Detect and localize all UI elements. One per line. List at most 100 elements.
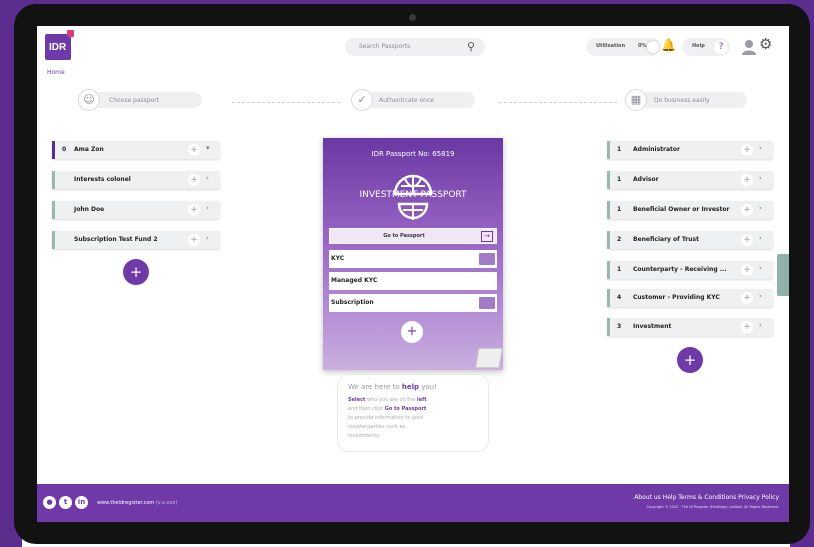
- footer: ● t in www.theidregister.com (v.x.xxx) A…: [37, 484, 789, 522]
- side-feedback-tab[interactable]: [777, 254, 789, 296]
- list-item[interactable]: 4 Customer - Providing KYC + ›: [607, 289, 773, 307]
- plus-icon[interactable]: +: [188, 204, 200, 216]
- help-button[interactable]: Help ?: [682, 38, 730, 56]
- chevron-right-icon[interactable]: ›: [206, 234, 209, 242]
- linkedin-icon[interactable]: in: [75, 496, 88, 509]
- row-count: 1: [617, 206, 622, 213]
- role-name: Customer - Providing KYC: [633, 294, 720, 301]
- logo-accent: [67, 30, 74, 37]
- row-accent: [52, 171, 55, 189]
- list-item[interactable]: 1 Counterparty - Receiving ... + ›: [607, 261, 773, 279]
- chevron-right-icon[interactable]: ›: [206, 204, 209, 212]
- help-bubble: We are here to help you! Select who you …: [337, 374, 489, 452]
- role-name: Investment: [633, 323, 672, 330]
- plus-icon[interactable]: +: [741, 144, 753, 156]
- passport-section-managed-kyc[interactable]: Managed KYC: [329, 272, 497, 290]
- row-count: 4: [617, 294, 622, 301]
- list-item[interactable]: 2 Beneficiary of Trust + ›: [607, 231, 773, 249]
- bell-icon[interactable]: 🔔: [661, 38, 676, 52]
- app-screen: IDR Home Search Passports ⚲ Utilisation …: [37, 26, 789, 522]
- list-item[interactable]: 1 Advisor + ›: [607, 171, 773, 189]
- social-icon[interactable]: ●: [43, 496, 56, 509]
- row-count: 3: [617, 323, 622, 330]
- chevron-right-icon[interactable]: ›: [759, 204, 762, 212]
- document-grid-icon: [479, 297, 495, 309]
- list-item[interactable]: John Doe + ›: [52, 201, 220, 219]
- help-line: Select who you are on the left: [348, 397, 427, 403]
- chevron-right-icon[interactable]: ›: [759, 321, 762, 329]
- search-icon[interactable]: ⚲: [467, 40, 475, 53]
- row-accent: [607, 289, 610, 307]
- list-item[interactable]: Interests colonel + ›: [52, 171, 220, 189]
- list-item[interactable]: Subscription Test Fund 2 + ›: [52, 231, 220, 249]
- network-icon: ▦: [625, 89, 647, 111]
- utilisation-knob: [647, 41, 659, 53]
- camera-dot: [409, 14, 416, 21]
- go-to-passport-button[interactable]: Go to Passport →: [329, 228, 497, 244]
- chevron-right-icon[interactable]: ›: [759, 174, 762, 182]
- plus-icon[interactable]: +: [741, 174, 753, 186]
- row-count: 1: [617, 146, 622, 153]
- gear-icon[interactable]: ⚙: [759, 35, 772, 53]
- go-to-passport-label: Go to Passport: [383, 233, 425, 239]
- chevron-right-icon[interactable]: ›: [759, 292, 762, 300]
- plus-icon[interactable]: +: [741, 264, 753, 276]
- row-accent: [607, 201, 610, 219]
- role-name: Administrator: [633, 146, 680, 153]
- footer-copyright: Copyright © 2022 · The ID Register (Hold…: [646, 505, 779, 509]
- footer-links[interactable]: About us Help Terms & Conditions Privacy…: [634, 494, 779, 501]
- chevron-right-icon[interactable]: ›: [206, 174, 209, 182]
- chevron-right-icon[interactable]: ›: [759, 264, 762, 272]
- help-line: investments.: [348, 433, 381, 439]
- role-name: Beneficiary of Trust: [633, 236, 699, 243]
- plus-icon[interactable]: +: [188, 144, 200, 156]
- chevron-right-icon[interactable]: ›: [759, 234, 762, 242]
- step-label: Choose passport: [109, 97, 160, 104]
- passport-name: Ama Zon: [74, 146, 104, 153]
- passport-section-kyc[interactable]: KYC: [329, 250, 497, 268]
- list-item[interactable]: 3 Investment + ›: [607, 318, 773, 336]
- search-input[interactable]: Search Passports ⚲: [345, 38, 485, 56]
- list-item[interactable]: 0 Ama Zon + ▾: [52, 141, 220, 159]
- row-count: 1: [617, 176, 622, 183]
- utilisation-toggle[interactable]: Utilisation 0%: [586, 38, 660, 56]
- help-intro: We are here to help you!: [348, 383, 437, 391]
- page-corner-icon[interactable]: [475, 348, 503, 368]
- twitter-icon[interactable]: t: [59, 496, 72, 509]
- help-line: counterparties such as: [348, 424, 406, 430]
- add-passport-button[interactable]: +: [123, 259, 149, 285]
- chevron-right-icon[interactable]: ›: [759, 144, 762, 152]
- section-label: Managed KYC: [331, 277, 378, 284]
- row-accent: [607, 231, 610, 249]
- add-section-button[interactable]: +: [401, 321, 423, 343]
- search-placeholder: Search Passports: [359, 43, 411, 50]
- passport-name: John Doe: [74, 206, 105, 213]
- avatar-icon[interactable]: [741, 39, 757, 55]
- plus-icon[interactable]: +: [741, 321, 753, 333]
- list-item[interactable]: 1 Beneficial Owner or Investor + ›: [607, 201, 773, 219]
- row-count: 1: [617, 266, 622, 273]
- footer-url[interactable]: www.theidregister.com (v.x.xxx): [97, 500, 177, 506]
- row-accent: [607, 318, 610, 336]
- plus-icon[interactable]: +: [741, 292, 753, 304]
- add-role-button[interactable]: +: [677, 347, 703, 373]
- help-line: to provide information to your: [348, 415, 424, 421]
- chevron-down-icon[interactable]: ▾: [206, 144, 210, 152]
- passport-title: INVESTMENT PASSPORT: [359, 190, 467, 200]
- idr-logo[interactable]: IDR: [45, 30, 74, 60]
- user-icon: ☺: [78, 89, 100, 111]
- plus-icon[interactable]: +: [188, 234, 200, 246]
- row-accent: [52, 231, 55, 249]
- breadcrumb-home[interactable]: Home: [47, 69, 65, 76]
- question-icon: ?: [714, 40, 728, 54]
- plus-icon[interactable]: +: [188, 174, 200, 186]
- plus-icon[interactable]: +: [741, 204, 753, 216]
- passport-name: Subscription Test Fund 2: [74, 236, 158, 243]
- logo-text: IDR: [49, 42, 67, 53]
- step-label: Authenticate once: [379, 97, 434, 104]
- utilisation-value: 0%: [638, 43, 647, 49]
- globe-base-icon: [397, 202, 429, 220]
- passport-section-subscription[interactable]: Subscription: [329, 294, 497, 312]
- plus-icon[interactable]: +: [741, 234, 753, 246]
- list-item[interactable]: 1 Administrator + ›: [607, 141, 773, 159]
